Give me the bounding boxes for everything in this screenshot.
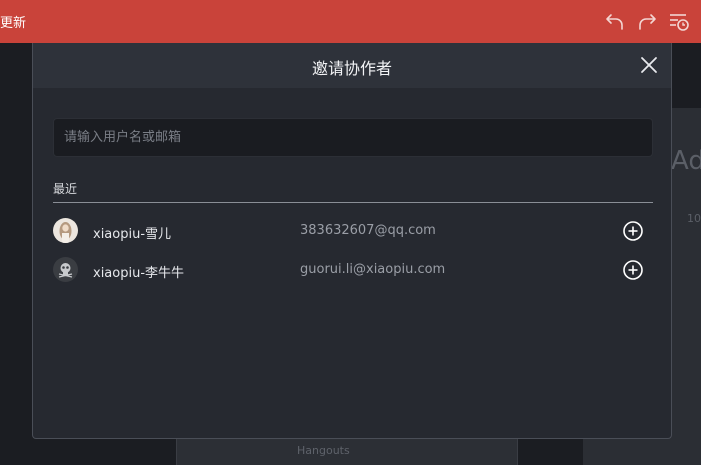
collaborator-email: 383632607@qq.com [300, 223, 436, 238]
background-strip-text: Hangouts [297, 444, 350, 457]
collaborator-name: xiaopiu-李牛牛 [93, 266, 185, 281]
collaborator-name: xiaopiu-雪儿 [93, 227, 172, 242]
history-list-icon[interactable] [668, 10, 690, 32]
dialog-header: 邀请协作者 [33, 43, 671, 88]
background-card-text: Ad [671, 146, 701, 176]
avatar [53, 257, 78, 282]
search-input[interactable] [53, 118, 653, 157]
dialog-title: 邀请协作者 [311, 59, 392, 78]
collaborator-row: xiaopiu-李牛牛 guorui.li@xiaopiu.com [53, 256, 653, 284]
redo-icon[interactable] [636, 10, 658, 32]
update-link[interactable]: 更新 [0, 12, 26, 31]
avatar [53, 218, 78, 243]
collaborator-email: guorui.li@xiaopiu.com [300, 262, 446, 277]
collaborator-row: xiaopiu-雪儿 383632607@qq.com [53, 217, 653, 245]
undo-icon[interactable] [604, 10, 626, 32]
add-collaborator-icon[interactable] [622, 220, 644, 242]
background-strip: Hangouts [176, 439, 518, 465]
recent-section-label: 最近 [53, 182, 78, 196]
add-collaborator-icon[interactable] [622, 259, 644, 281]
background-card-number: 100 [687, 212, 701, 225]
invite-collaborators-dialog: 邀请协作者 最近 xiaopiu-雪儿 383632607@qq.com xia… [32, 43, 672, 439]
top-toolbar: 更新 [0, 0, 701, 43]
close-icon[interactable] [639, 55, 659, 75]
divider [53, 202, 653, 203]
